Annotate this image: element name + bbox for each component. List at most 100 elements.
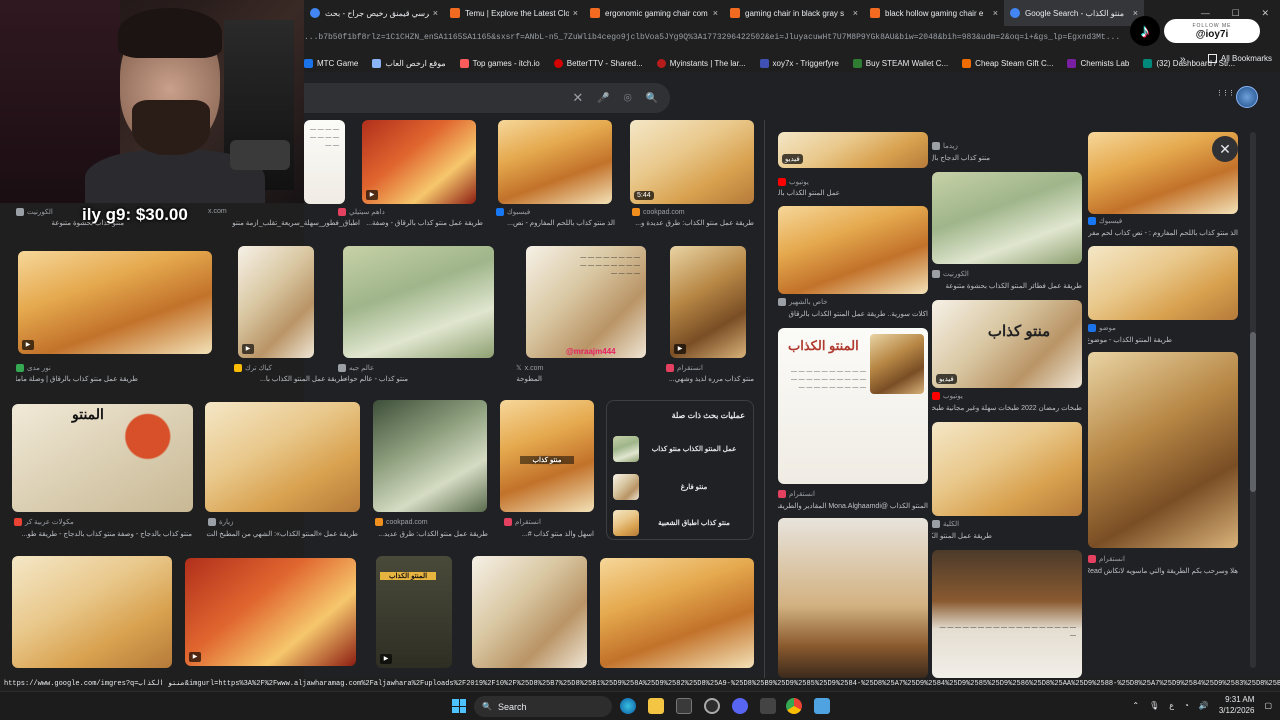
app-icon[interactable] — [760, 698, 776, 714]
taskbar-search[interactable]: 🔍 Search — [474, 696, 612, 717]
result-caption[interactable]: اسهل والذ منتو كذاب #... — [500, 530, 594, 538]
bookmark-item[interactable]: Cheap Steam Gift C... — [962, 58, 1053, 68]
network-icon[interactable]: ◔ — [1184, 701, 1189, 710]
related-search-item[interactable]: عمل المنتو الكذاب منتو كذاب — [613, 435, 749, 463]
all-bookmarks-button[interactable]: All Bookmarks — [1207, 54, 1272, 63]
image-result[interactable]: ▶ — [185, 558, 356, 666]
image-result[interactable] — [778, 518, 928, 678]
chrome-icon[interactable] — [786, 698, 802, 714]
browser-tab[interactable]: كرسي قيمنق رخيص جراح - بحث × — [304, 0, 444, 26]
volume-icon[interactable]: 🔊 — [1199, 701, 1209, 710]
browser-tab[interactable]: Temu | Explore the Latest Clo × — [444, 0, 584, 26]
result-caption[interactable]: طريقة عمل منتو كذاب بالرقاق - وصفة... — [365, 219, 483, 227]
bookmark-item[interactable]: Top games - itch.io — [459, 58, 540, 68]
result-caption[interactable]: طبخات رمضان 2022 طبخات سهلة وغير مجانية … — [932, 404, 1082, 412]
discord-icon[interactable] — [732, 698, 748, 714]
image-result[interactable]: 5:44 — [630, 120, 754, 204]
result-caption[interactable]: الذ منتو كذاب باللحم المفاروم - نص... — [497, 219, 615, 227]
image-result[interactable] — [600, 558, 754, 668]
result-caption[interactable]: طريقة عمل منتو الكذاب: طرق عديدة و... — [632, 219, 754, 227]
close-tab-icon[interactable]: × — [713, 8, 718, 18]
result-caption[interactable]: المطوحة — [516, 375, 542, 383]
result-caption[interactable]: اطباق_فطور_سهلة_سريعة_تقلب_ازمة منتو — [210, 219, 360, 227]
bookmarks-overflow-icon[interactable]: » — [1180, 54, 1186, 65]
search-icon[interactable]: 🔍 — [646, 93, 658, 104]
browser-tab-active[interactable]: Google Search - منتو الكذاب × — [1004, 0, 1144, 26]
image-result[interactable] — [778, 206, 928, 294]
browser-tab[interactable]: ergonomic gaming chair com × — [584, 0, 724, 26]
image-result[interactable]: المنتو — [12, 404, 193, 512]
image-result[interactable] — [373, 400, 487, 512]
image-result[interactable]: — — — — — — — — — — — [304, 120, 345, 204]
image-result[interactable] — [932, 172, 1082, 264]
result-caption[interactable]: هلا وسرحب بكم الطريقة والتي ماسويه لانكا… — [1088, 567, 1238, 575]
close-tab-icon[interactable]: × — [853, 8, 858, 18]
result-caption[interactable]: طريقة عمل «المنتو الكذاب»: الشهي من المط… — [206, 530, 358, 538]
image-result[interactable] — [1088, 246, 1238, 320]
result-caption[interactable]: طريقة عمل فطائر المنتو الكذاب بحشوة متنو… — [932, 282, 1082, 290]
windows-start-icon[interactable] — [452, 699, 466, 713]
related-search-item[interactable]: منتو فارغ — [613, 473, 749, 501]
search-box[interactable]: ✕ 🎤 ⌾ 🔍 — [304, 83, 670, 113]
result-caption[interactable]: منتو كذاب - عالم حواء — [338, 375, 408, 383]
voice-search-icon[interactable]: 🎤 — [597, 93, 609, 104]
image-result[interactable]: المنتو الكذاب ▶ — [376, 556, 452, 668]
result-caption[interactable]: منتو كذاب بالدجاج - وصفة منتو كذاب بالدج… — [12, 530, 192, 538]
image-result[interactable] — [12, 556, 172, 668]
edge-icon[interactable] — [620, 698, 636, 714]
notepad-icon[interactable] — [814, 698, 830, 714]
scrollbar-thumb[interactable] — [1250, 332, 1256, 492]
bookmark-item[interactable]: xoy7x - Triggerfyre — [759, 58, 839, 68]
image-result[interactable]: فيديو — [778, 132, 928, 168]
bookmark-item[interactable]: BetterTTV - Shared... — [553, 58, 643, 68]
image-result[interactable]: منتو كذاب — [500, 400, 594, 512]
bookmark-item[interactable]: موقع ارخص العاب — [372, 58, 446, 68]
bookmark-item[interactable]: Myinstants | The lar... — [656, 58, 746, 68]
image-result[interactable] — [472, 556, 587, 668]
bookmark-item[interactable]: Chemists Lab — [1067, 58, 1129, 68]
settings-icon[interactable] — [704, 698, 720, 714]
close-panel-icon[interactable]: ✕ — [1212, 136, 1238, 162]
image-result[interactable] — [343, 246, 494, 358]
result-caption[interactable]: طريقة المنتو الكذاب - موضوع — [1088, 336, 1172, 344]
language-indicator[interactable]: ع — [1169, 701, 1174, 710]
result-caption[interactable]: عمل المنتو الكذاب بالرمدت — [778, 189, 840, 197]
image-result[interactable]: — — — — — — — — — — — — — — — — — — — — … — [526, 246, 646, 358]
result-caption[interactable]: طريقة عمل المنتو الكذاب — [932, 532, 992, 540]
image-result[interactable] — [498, 120, 612, 204]
image-result[interactable]: المنتو الكذاب — — — — — — — — — — — — — … — [778, 328, 928, 484]
image-result[interactable]: — — — — — — — — — — — — — — — — — — — — [932, 550, 1082, 678]
result-caption[interactable]: اكلات سورية.. طريقة عمل المنتو الكذاب با… — [778, 310, 928, 318]
browser-tab[interactable]: gaming chair in black gray s × — [724, 0, 864, 26]
close-tab-icon[interactable]: × — [993, 8, 998, 18]
result-caption[interactable]: منتو كذاب الدجاج بال — [932, 154, 990, 162]
image-result[interactable] — [205, 402, 360, 512]
image-result[interactable]: ▶ — [238, 246, 314, 358]
chevron-up-icon[interactable]: ⌃ — [1132, 701, 1139, 710]
result-caption[interactable]: المنتو الكذاب @Mona.Alghaamdi المقادير و… — [778, 502, 928, 510]
address-bar[interactable]: ...b7b50f1bf8rlz=1C1CHZN_enSA1165SA1165&… — [304, 33, 1126, 47]
scrollbar[interactable] — [1250, 132, 1256, 668]
image-result[interactable]: منتو كذاب فيديو — [932, 300, 1082, 388]
related-search-item[interactable]: منتو كذاب اطباق الشعبية — [613, 509, 749, 537]
result-caption[interactable]: الذ منتو كذاب باللحم المفاروم : - نص كذا… — [1088, 229, 1238, 237]
google-apps-icon[interactable]: ⋮⋮⋮ — [1216, 90, 1235, 97]
terminal-icon[interactable] — [676, 698, 692, 714]
clear-search-icon[interactable]: ✕ — [572, 90, 583, 106]
bookmark-item[interactable]: MTC Game — [304, 58, 358, 68]
google-lens-icon[interactable]: ⌾ — [624, 90, 632, 106]
image-result[interactable]: ▶ — [670, 246, 746, 358]
close-tab-icon[interactable]: × — [573, 8, 578, 18]
browser-tab[interactable]: black hollow gaming chair e × — [864, 0, 1004, 26]
image-result[interactable]: ▶ — [362, 120, 476, 204]
close-tab-icon[interactable]: × — [433, 8, 438, 18]
bookmark-item[interactable]: Buy STEAM Wallet C... — [852, 58, 948, 68]
result-caption[interactable]: طريقة عمل منتو كذاب بالرقاق | وصلة ماما — [16, 375, 138, 383]
result-caption[interactable]: طريقة عمل منتو الكذاب: طرق عديد... — [374, 530, 488, 538]
image-result[interactable] — [1088, 352, 1238, 548]
account-avatar[interactable] — [1236, 86, 1258, 108]
file-explorer-icon[interactable] — [648, 698, 664, 714]
result-caption[interactable]: منتو كذاب مرره لذيذ وشهي... — [646, 375, 754, 383]
microphone-icon[interactable]: 🎙 — [1149, 701, 1159, 710]
image-result[interactable]: ▶ — [18, 251, 212, 354]
